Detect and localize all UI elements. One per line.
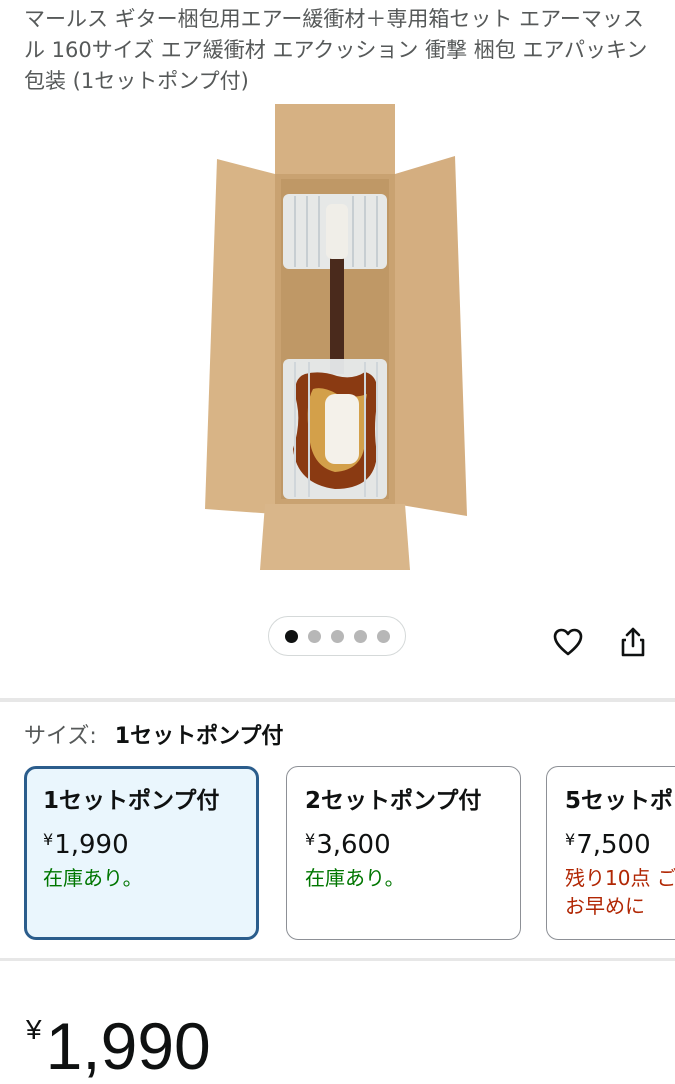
section-divider <box>0 698 675 702</box>
option-price-value: 1,990 <box>54 830 129 860</box>
option-name: 2セットポンプ付 <box>305 788 482 814</box>
product-title: マールス ギター梱包用エアー緩衝材＋専用箱セット エアーマッスル 160サイズ … <box>24 7 648 93</box>
option-name: 1セットポンプ付 <box>43 788 220 814</box>
section-divider <box>0 958 675 961</box>
option-price: ¥7,500 <box>565 821 675 864</box>
carousel-dot-1[interactable] <box>284 629 298 643</box>
selected-size-value: 1セットポンプ付 <box>114 724 284 749</box>
option-name: 5セットポ <box>565 788 674 814</box>
carousel-dot-3[interactable] <box>330 629 344 643</box>
price-amount: 1,990 <box>45 1009 211 1083</box>
currency-symbol: ¥ <box>565 830 576 849</box>
carousel-dot-2[interactable] <box>307 629 321 643</box>
option-price: ¥1,990 <box>43 821 242 864</box>
order-soon-text: お早めに <box>565 894 645 918</box>
guitar-in-box-image <box>205 104 467 570</box>
low-stock-count: 残り10点 ご <box>565 866 675 890</box>
option-price-value: 3,600 <box>316 830 391 860</box>
size-option-1set-pump[interactable]: 1セットポンプ付 ¥1,990 在庫あり。 <box>24 766 259 940</box>
heart-icon <box>553 628 583 656</box>
option-stock-status: 在庫あり。 <box>305 866 405 890</box>
size-selector-label: サイズ: 1セットポンプ付 <box>24 721 283 753</box>
product-image[interactable] <box>205 104 473 572</box>
product-price: ¥1,990 <box>26 992 211 1084</box>
image-carousel-dots[interactable] <box>268 616 406 656</box>
currency-symbol: ¥ <box>305 830 316 849</box>
option-stock-status: 残り10点 ごお早めに <box>565 864 675 920</box>
size-label: サイズ: <box>24 724 97 749</box>
option-price-value: 7,500 <box>576 830 651 860</box>
wishlist-button[interactable] <box>549 622 587 662</box>
option-stock-status: 在庫あり。 <box>43 866 143 890</box>
size-option-5set-pump[interactable]: 5セットポ ¥7,500 残り10点 ごお早めに <box>546 766 675 940</box>
size-option-2set-pump[interactable]: 2セットポンプ付 ¥3,600 在庫あり。 <box>286 766 521 940</box>
price-currency-symbol: ¥ <box>26 1014 42 1045</box>
option-price: ¥3,600 <box>305 821 504 864</box>
share-icon <box>621 627 645 657</box>
share-button[interactable] <box>614 622 652 662</box>
carousel-dot-5[interactable] <box>376 629 390 643</box>
carousel-dot-4[interactable] <box>353 629 367 643</box>
currency-symbol: ¥ <box>43 830 54 849</box>
